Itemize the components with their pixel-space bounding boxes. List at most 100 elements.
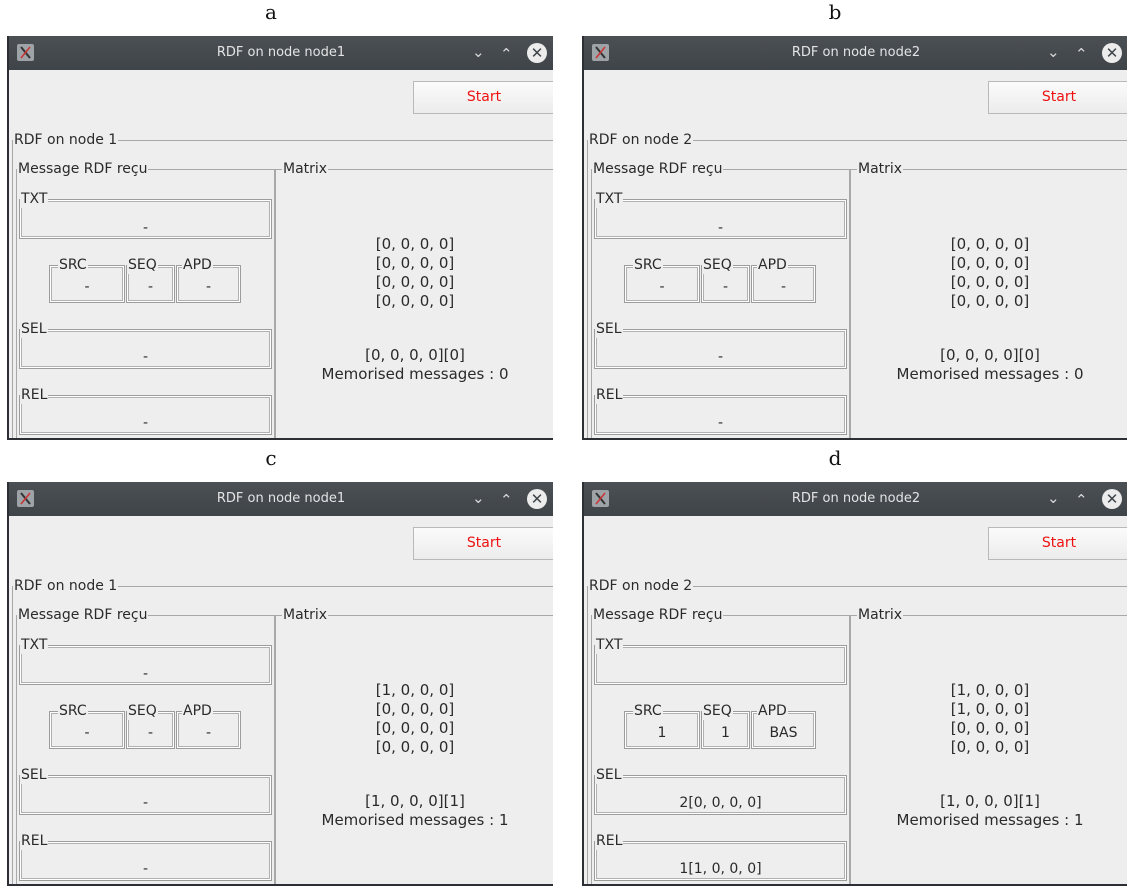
src-field: SRC - [49,256,125,303]
rel-field: REL - [594,386,847,435]
src-field: SRC 1 [624,702,700,749]
sel-label: SEL [595,766,623,784]
rdf-window: RDF on node node1 ⌄ ⌃ ✕ Start RDF on nod… [7,482,553,886]
seq-field: SEQ - [701,256,750,303]
matrix-row: [1, 0, 0, 0] [950,681,1030,699]
matrix-legend: Matrix [282,606,329,624]
start-button[interactable]: Start [988,527,1127,560]
sel-label: SEL [20,320,48,338]
title-bar[interactable]: RDF on node node2 ⌄ ⌃ ✕ [584,482,1127,516]
panel-caption: a [265,0,277,24]
chevron-down-icon[interactable]: ⌄ [1047,43,1060,61]
matrix-row: [0, 0, 0, 0] [375,235,455,253]
apd-label: APD [182,256,213,274]
seq-label: SEQ [127,256,158,274]
matrix-display: [0, 0, 0, 0] [0, 0, 0, 0] [0, 0, 0, 0] [… [276,235,553,311]
matrix-row: [0, 0, 0, 0] [375,254,455,272]
matrix-row: [0, 0, 0, 0] [375,292,455,310]
chevron-down-icon[interactable]: ⌄ [472,43,485,61]
matrix-row: [1, 0, 0, 0] [950,700,1030,718]
sel-value: - [142,349,149,365]
seq-field: SEQ 1 [701,702,750,749]
chevron-up-icon[interactable]: ⌃ [500,491,513,509]
matrix-row: [0, 0, 0, 0] [375,738,455,756]
src-label: SRC [58,256,88,274]
chevron-down-icon[interactable]: ⌄ [1047,489,1060,507]
rdf-node-legend: RDF on node 2 [588,577,694,595]
title-bar[interactable]: RDF on node node1 ⌄ ⌃ ✕ [9,36,553,70]
src-value: - [659,279,665,295]
start-button[interactable]: Start [988,81,1127,114]
rdf-node-legend: RDF on node 1 [13,131,119,149]
matrix-row: [0, 0, 0, 0] [950,719,1030,737]
apd-value: - [205,725,212,741]
matrix-row: [0, 0, 0, 0] [375,273,455,291]
rel-value: - [142,415,149,431]
seq-field: SEQ - [126,256,175,303]
sel-field: SEL - [19,766,272,815]
start-button[interactable]: Start [413,81,553,114]
sel-field: SEL 2[0, 0, 0, 0] [594,766,847,815]
rel-field: REL - [19,832,272,881]
src-field: SRC - [49,702,125,749]
matrix-row: [0, 0, 0, 0] [375,719,455,737]
sel-label: SEL [20,766,48,784]
close-circle-icon[interactable]: ✕ [527,43,547,63]
apd-value: - [205,279,212,295]
matrix-legend: Matrix [857,606,904,624]
title-bar[interactable]: RDF on node node1 ⌄ ⌃ ✕ [9,482,553,516]
chevron-up-icon[interactable]: ⌃ [1075,491,1088,509]
chevron-up-icon[interactable]: ⌃ [1075,45,1088,63]
rel-value: 1[1, 0, 0, 0] [679,861,762,877]
src-label: SRC [58,702,88,720]
matrix-legend: Matrix [282,160,329,178]
rel-field: REL 1[1, 0, 0, 0] [594,832,847,881]
chevron-up-icon[interactable]: ⌃ [500,45,513,63]
txt-field: TXT - [19,190,272,239]
matrix-display: [1, 0, 0, 0] [0, 0, 0, 0] [0, 0, 0, 0] [… [276,681,553,757]
txt-label: TXT [595,190,624,208]
seq-value: - [147,725,154,741]
clock-vector: [1, 0, 0, 0][1] [365,792,465,810]
rdf-window: RDF on node node2 ⌄ ⌃ ✕ Start RDF on nod… [582,36,1127,440]
message-legend: Message RDF reçu [592,160,724,178]
matrix-row: [0, 0, 0, 0] [950,235,1030,253]
matrix-display: [0, 0, 0, 0] [0, 0, 0, 0] [0, 0, 0, 0] [… [851,235,1127,311]
title-bar[interactable]: RDF on node node2 ⌄ ⌃ ✕ [584,36,1127,70]
matrix-row: [0, 0, 0, 0] [950,254,1030,272]
apd-label: APD [757,256,788,274]
close-circle-icon[interactable]: ✕ [1102,489,1122,509]
start-button[interactable]: Start [413,527,553,560]
src-value: - [84,725,90,741]
message-legend: Message RDF reçu [592,606,724,624]
rdf-node-legend: RDF on node 1 [13,577,119,595]
panel-caption: c [265,446,277,470]
rel-label: REL [20,832,49,850]
sel-value: - [717,349,724,365]
txt-field: TXT - [594,190,847,239]
close-circle-icon[interactable]: ✕ [1102,43,1122,63]
apd-field: APD BAS [751,702,816,749]
matrix-row: [0, 0, 0, 0] [950,292,1030,310]
src-value: - [84,279,90,295]
rdf-node-legend: RDF on node 2 [588,131,694,149]
matrix-group: Matrix [1, 0, 0, 0] [1, 0, 0, 0] [0, 0, … [850,606,1127,884]
seq-value: - [147,279,154,295]
matrix-group: Matrix [0, 0, 0, 0] [0, 0, 0, 0] [0, 0, … [275,160,553,438]
seq-label: SEQ [127,702,158,720]
txt-value: - [142,666,149,682]
seq-value: - [722,279,729,295]
rel-value: - [717,415,724,431]
sel-value: - [142,795,149,811]
memorised-messages: Memorised messages : 0 [321,365,509,383]
apd-field: APD - [176,702,241,749]
panel-caption: d [828,446,842,470]
sel-label: SEL [595,320,623,338]
close-circle-icon[interactable]: ✕ [527,489,547,509]
rel-label: REL [595,832,624,850]
chevron-down-icon[interactable]: ⌄ [472,489,485,507]
txt-label: TXT [20,190,49,208]
rdf-window: RDF on node node1 ⌄ ⌃ ✕ Start RDF on nod… [7,36,553,440]
memorised-messages: Memorised messages : 0 [896,365,1084,383]
memorised-messages: Memorised messages : 1 [896,811,1084,829]
